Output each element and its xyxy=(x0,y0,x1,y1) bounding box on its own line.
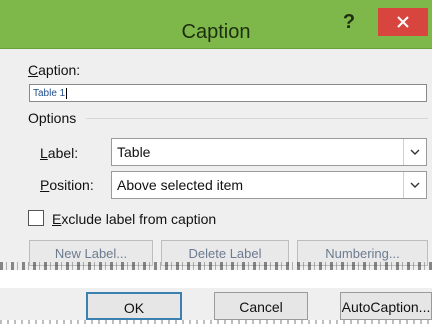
autocaption-button[interactable]: AutoCaption... xyxy=(340,292,432,320)
ok-button[interactable]: OK xyxy=(86,292,182,320)
position-dropdown-button[interactable] xyxy=(403,172,426,198)
label-select-value: Table xyxy=(117,144,151,160)
position-select-value: Above selected item xyxy=(117,177,244,193)
label-field-label: Label: xyxy=(40,145,79,161)
exclude-label-checkbox[interactable] xyxy=(28,210,44,226)
title-bar[interactable]: Caption ? xyxy=(0,0,432,49)
label-select[interactable]: Table xyxy=(111,138,427,166)
dialog-footer: OK Cancel AutoCaption... xyxy=(0,270,432,331)
options-section-label: Options xyxy=(28,110,77,126)
options-divider xyxy=(86,118,428,119)
close-button[interactable] xyxy=(378,8,428,36)
cancel-button[interactable]: Cancel xyxy=(214,292,308,320)
label-dropdown-button[interactable] xyxy=(403,139,426,165)
position-select[interactable]: Above selected item xyxy=(111,171,427,199)
dialog-title: Caption xyxy=(181,21,251,43)
chevron-down-icon xyxy=(410,182,420,188)
position-field-label: Position: xyxy=(40,177,94,193)
caption-input[interactable]: Table 1 xyxy=(29,84,427,102)
caption-label: Caption: xyxy=(28,62,81,78)
exclude-label-text[interactable]: Exclude label from caption xyxy=(52,211,216,227)
chevron-down-icon xyxy=(410,149,420,155)
caption-dialog: Caption ? Caption: Table 1 Options Label… xyxy=(0,0,432,331)
help-button[interactable]: ? xyxy=(338,8,360,36)
caption-input-value: Table 1 xyxy=(33,88,66,99)
close-icon xyxy=(397,16,409,28)
text-caret xyxy=(66,87,68,99)
render-artifact xyxy=(0,262,432,270)
render-artifact xyxy=(0,320,432,324)
